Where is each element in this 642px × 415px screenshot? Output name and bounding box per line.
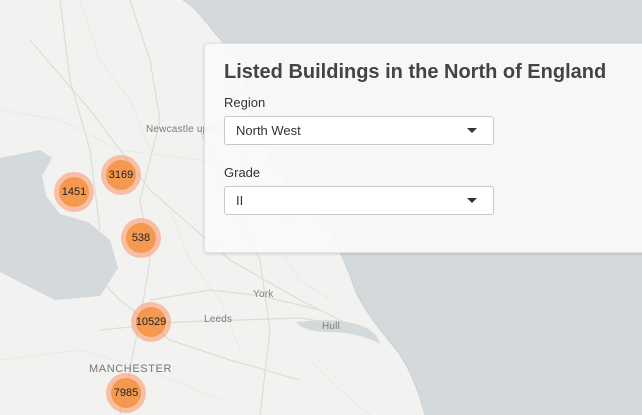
grade-label: Grade — [224, 165, 261, 180]
place-hull: Hull — [322, 321, 341, 332]
grade-select-value: II — [236, 193, 244, 208]
cluster-marker[interactable]: 10529 — [131, 302, 171, 342]
region-select[interactable]: North West — [224, 116, 494, 145]
cluster-marker[interactable]: 7985 — [106, 373, 146, 413]
filter-panel: Listed Buildings in the North of England… — [204, 43, 642, 253]
place-york: York — [253, 289, 274, 300]
cluster-count: 3169 — [106, 160, 136, 190]
chevron-down-icon — [467, 128, 477, 133]
cluster-marker[interactable]: 538 — [121, 218, 161, 258]
place-leeds: Leeds — [204, 314, 233, 325]
cluster-count: 7985 — [111, 378, 141, 408]
region-select-value: North West — [236, 123, 301, 138]
cluster-count: 10529 — [136, 307, 166, 337]
chevron-down-icon — [467, 198, 477, 203]
panel-title: Listed Buildings in the North of England — [224, 61, 607, 83]
region-label: Region — [224, 95, 266, 110]
cluster-count: 1451 — [59, 177, 89, 207]
cluster-marker[interactable]: 1451 — [54, 172, 94, 212]
cluster-marker[interactable]: 3169 — [101, 155, 141, 195]
cluster-count: 538 — [126, 223, 156, 253]
grade-select[interactable]: II — [224, 186, 494, 215]
